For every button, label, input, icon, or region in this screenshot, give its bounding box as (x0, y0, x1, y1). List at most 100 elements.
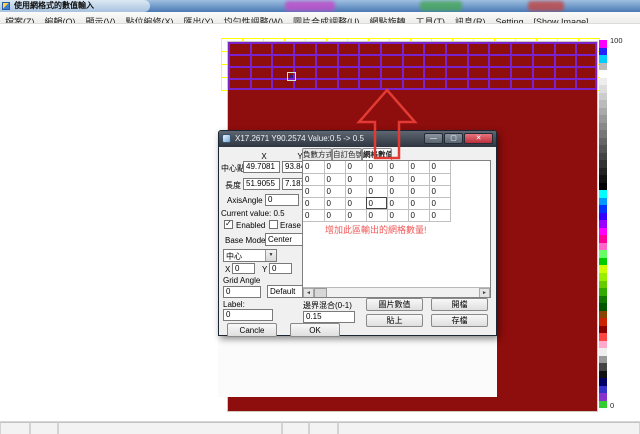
color-swatch[interactable] (599, 311, 607, 319)
color-swatch[interactable] (599, 130, 607, 138)
scrollbar-thumb[interactable] (314, 288, 327, 298)
grid-cell[interactable]: 0 (324, 185, 345, 197)
color-swatch[interactable] (599, 48, 607, 56)
color-swatch[interactable] (599, 371, 607, 379)
color-swatch[interactable] (599, 273, 607, 281)
grid-cell[interactable]: 0 (408, 161, 429, 173)
menu-item[interactable]: 點位編修(X) (121, 17, 179, 24)
offset-y-field[interactable]: 0 (269, 263, 292, 274)
grid-cell[interactable]: 0 (303, 197, 324, 209)
grid-cell[interactable]: 0 (408, 185, 429, 197)
color-swatch[interactable] (599, 333, 607, 341)
grid-cell[interactable]: 0 (303, 173, 324, 185)
color-swatch[interactable] (599, 348, 607, 356)
color-swatch[interactable] (599, 281, 607, 289)
color-swatch[interactable] (599, 401, 607, 409)
color-swatch[interactable] (599, 100, 607, 108)
boundary-blend-field[interactable]: 0.15 (303, 311, 355, 323)
grid-cell[interactable]: 0 (345, 173, 366, 185)
save-file-button[interactable]: 存檔 (431, 314, 488, 327)
color-swatch[interactable] (599, 175, 607, 183)
grid-angle-field[interactable]: 0 (223, 286, 261, 298)
grid-cell[interactable]: 0 (387, 185, 408, 197)
grid-cell[interactable]: 0 (303, 185, 324, 197)
color-swatch[interactable] (599, 303, 607, 311)
image-values-button[interactable]: 圖片數值 (366, 298, 423, 311)
close-button[interactable]: ✕ (464, 133, 493, 144)
color-swatch[interactable] (599, 198, 607, 206)
color-swatch[interactable] (599, 356, 607, 364)
ok-button[interactable]: OK (290, 323, 340, 337)
grid-cell[interactable]: 0 (429, 197, 450, 209)
menu-item[interactable]: 圖片合成調整(U) (288, 17, 365, 24)
grid-cell[interactable]: 0 (408, 197, 429, 209)
grid-cell[interactable]: 0 (429, 173, 450, 185)
menu-item[interactable]: 工具(T) (411, 17, 451, 24)
grid-cell[interactable]: 0 (303, 209, 324, 221)
grid-cell[interactable]: 0 (345, 197, 366, 209)
color-swatch[interactable] (599, 243, 607, 251)
paste-button[interactable]: 貼上 (366, 314, 423, 327)
color-swatch[interactable] (599, 386, 607, 394)
scroll-right-icon[interactable]: ► (479, 288, 490, 298)
menu-item[interactable]: Setting (491, 17, 529, 24)
label-field[interactable]: 0 (223, 309, 273, 321)
color-swatch[interactable] (599, 168, 607, 176)
color-swatch[interactable] (599, 228, 607, 236)
erase-dots-checkbox[interactable] (269, 220, 278, 229)
grid-cell[interactable]: 0 (366, 173, 387, 185)
grid-cell[interactable]: 0 (429, 185, 450, 197)
grid-cell[interactable]: 0 (324, 209, 345, 221)
center-x-field[interactable]: 49.7081 (243, 161, 280, 173)
color-swatch[interactable] (599, 258, 607, 266)
enabled-checkbox[interactable]: ✓ (224, 220, 233, 229)
color-swatch[interactable] (599, 85, 607, 93)
grid-cell[interactable]: 0 (429, 209, 450, 221)
cancel-button[interactable]: Cancle (227, 323, 277, 337)
color-swatch[interactable] (599, 145, 607, 153)
color-swatch[interactable] (599, 363, 607, 371)
menu-item[interactable]: 均勻性調整(W) (219, 17, 289, 24)
color-swatch[interactable] (599, 235, 607, 243)
menu-item[interactable]: 匯出(Y) (179, 17, 219, 24)
color-swatch[interactable] (599, 183, 607, 191)
color-swatch[interactable] (599, 70, 607, 78)
menu-item[interactable]: 網點旋轉 (365, 17, 411, 24)
color-swatch[interactable] (599, 326, 607, 334)
menu-item[interactable]: 顯示(V) (81, 17, 121, 24)
grid-cell[interactable]: 0 (387, 197, 408, 209)
grid-cell[interactable]: 0 (387, 161, 408, 173)
length-x-field[interactable]: 51.9055 (243, 178, 280, 190)
menu-item[interactable]: 訊息(R) (450, 17, 491, 24)
grid-cell[interactable]: 0 (429, 161, 450, 173)
color-swatch[interactable] (599, 93, 607, 101)
color-swatch[interactable] (599, 108, 607, 116)
color-swatch[interactable] (599, 63, 607, 71)
grid-cell[interactable]: 0 (366, 197, 387, 209)
color-swatch[interactable] (599, 55, 607, 63)
grid-cell[interactable]: 0 (324, 161, 345, 173)
anchor-select[interactable]: 中心 ▼ (223, 249, 277, 262)
color-swatch[interactable] (599, 378, 607, 386)
grid-cell[interactable]: 0 (345, 185, 366, 197)
grid-cell[interactable]: 0 (366, 209, 387, 221)
menu-item[interactable]: [Show Image] (529, 17, 594, 24)
color-swatch[interactable] (599, 318, 607, 326)
color-swatch[interactable] (599, 265, 607, 273)
grid-cell[interactable]: 0 (345, 161, 366, 173)
color-swatch[interactable] (599, 160, 607, 168)
color-swatch[interactable] (599, 341, 607, 349)
color-swatch[interactable] (599, 40, 607, 48)
scroll-left-icon[interactable]: ◄ (303, 288, 314, 298)
color-swatch[interactable] (599, 138, 607, 146)
menu-item[interactable]: 編輯(Q) (40, 17, 81, 24)
minimize-button[interactable]: — (424, 133, 443, 144)
color-swatch[interactable] (599, 78, 607, 86)
grid-cell[interactable]: 0 (303, 161, 324, 173)
color-swatch[interactable] (599, 153, 607, 161)
grid-values-table[interactable]: 00000000000000000000000000000000000 (303, 161, 451, 222)
grid-cell[interactable]: 0 (324, 173, 345, 185)
color-swatch[interactable] (599, 393, 607, 401)
grid-cell[interactable]: 0 (408, 209, 429, 221)
grid-cell[interactable]: 0 (345, 209, 366, 221)
